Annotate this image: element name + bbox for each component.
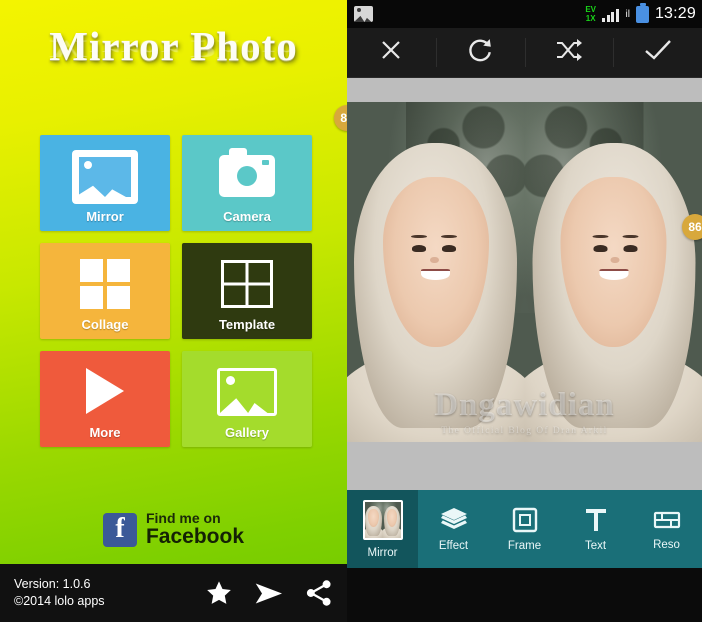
tool-resolution[interactable]: Reso (631, 490, 702, 568)
share-icon[interactable] (305, 579, 333, 607)
resolution-icon (653, 508, 681, 532)
app-title-block: Mirror Photo Mirror Photo (0, 22, 347, 112)
shuffle-button[interactable] (524, 28, 614, 77)
tile-label: More (89, 425, 121, 440)
ev-indicator: EV 1X (585, 5, 596, 23)
tile-camera[interactable]: Camera (182, 135, 312, 231)
status-right: EV 1X il 13:29 (585, 2, 696, 23)
tile-collage[interactable]: Collage (40, 243, 170, 339)
rotate-button[interactable] (435, 28, 525, 77)
footer-icons (204, 579, 333, 608)
mirror-thumbnail (362, 499, 403, 540)
tile-label: Template (218, 317, 276, 332)
grid-outline-icon (221, 260, 273, 308)
shuffle-icon (556, 39, 582, 66)
signal-icon (602, 7, 619, 22)
copyright-label: ©2014 lolo apps (14, 594, 105, 608)
ev-line-1: EV (585, 5, 596, 14)
facebook-name-label: Facebook (145, 524, 245, 548)
tile-label: Mirror (86, 209, 124, 224)
facebook-label-block: Find me on Facebook (146, 511, 244, 548)
footer-bar: Version: 1.0.6 ©2014 lolo apps (0, 564, 347, 622)
android-status-bar: EV 1X il 13:29 (347, 0, 702, 28)
photo-canvas[interactable]: Dngawidian The Official Blog Of Dran Ark… (347, 78, 702, 490)
cancel-button[interactable] (347, 28, 436, 77)
app-title-reflection: Mirror Photo (49, 34, 298, 64)
status-left (354, 6, 373, 22)
ev-line-2: 1X (585, 14, 596, 23)
gallery-icon (354, 6, 373, 22)
star-icon[interactable] (204, 579, 234, 608)
tool-mirror[interactable]: Mirror (347, 490, 418, 568)
clock-label: 13:29 (654, 5, 696, 22)
photo-half-right (524, 102, 702, 442)
version-label: Version: 1.0.6 (14, 577, 91, 592)
tile-label: Collage (81, 317, 129, 332)
check-icon (644, 38, 672, 67)
tool-label: Frame (507, 539, 542, 552)
version-block: Version: 1.0.6 ©2014 lolo apps (14, 576, 105, 610)
tile-mirror[interactable]: Mirror (40, 135, 170, 231)
tool-effect[interactable]: Effect (418, 490, 489, 568)
battery-icon (635, 2, 649, 23)
layers-icon (440, 507, 468, 533)
close-icon (379, 38, 403, 67)
facebook-icon: f (102, 512, 137, 547)
photo-frame-icon (72, 150, 138, 204)
photo-half-left (347, 102, 525, 442)
tile-label: Camera (223, 209, 271, 224)
tile-more[interactable]: More (40, 351, 170, 447)
tool-frame[interactable]: Frame (489, 490, 560, 568)
tool-text[interactable]: Text (560, 490, 631, 568)
grid-four-icon (80, 259, 130, 309)
tile-gallery[interactable]: Gallery (182, 351, 312, 447)
facebook-find-label: Find me on (145, 510, 221, 527)
text-icon (584, 507, 608, 533)
feature-tile-grid: Mirror Camera Collage Template More Gall… (40, 135, 312, 447)
editor-action-bar (347, 28, 702, 78)
rotate-icon (467, 37, 493, 68)
status-badge: 82 (334, 105, 347, 131)
tile-label: Gallery (224, 425, 270, 440)
picture-frame-icon (217, 368, 277, 416)
tool-label: Mirror (367, 546, 398, 559)
facebook-link[interactable]: f Find me on Facebook (0, 511, 347, 548)
navigation-bar-area (347, 568, 702, 622)
tool-label: Text (584, 539, 607, 552)
editor-screen: EV 1X il 13:29 Dngawidian The Official B… (347, 0, 702, 622)
signal-label: il (625, 8, 630, 20)
editor-toolbar: Mirror Effect Frame Text Reso (347, 490, 702, 568)
tool-label: Effect (438, 539, 469, 552)
apply-button[interactable] (613, 28, 702, 77)
play-store-icon (86, 368, 124, 414)
mirrored-photo[interactable] (347, 102, 702, 442)
screenshot-root: Mirror Photo Mirror Photo Mirror Camera (0, 0, 702, 622)
send-icon[interactable] (254, 581, 285, 606)
tool-label: Reso (653, 538, 680, 551)
app-home-screen: Mirror Photo Mirror Photo Mirror Camera (0, 0, 347, 622)
tile-template[interactable]: Template (182, 243, 312, 339)
camera-icon (219, 148, 275, 197)
frame-icon (512, 507, 538, 533)
status-badge: 86 (682, 214, 702, 240)
